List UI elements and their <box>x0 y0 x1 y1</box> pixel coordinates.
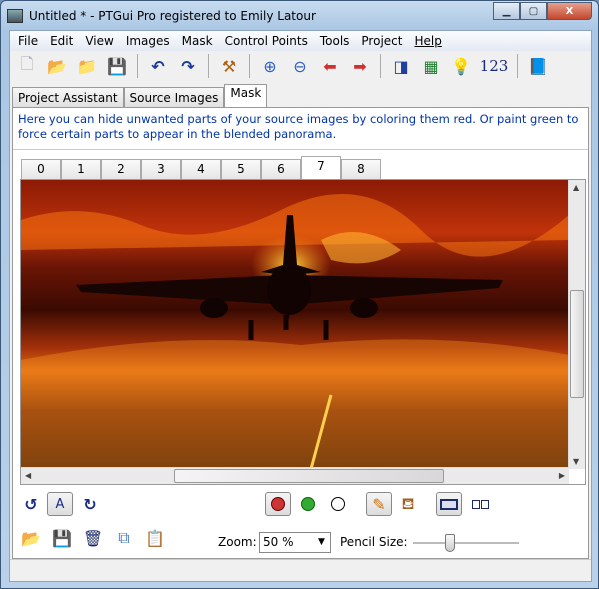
image-tab-0[interactable]: 0 <box>21 159 61 179</box>
image-tab-1[interactable]: 1 <box>61 159 101 179</box>
paste-mask-icon[interactable]: 📋 <box>142 526 168 550</box>
help-book-icon[interactable]: 📘 <box>525 54 551 78</box>
image-tab-4[interactable]: 4 <box>181 159 221 179</box>
erase-mask-button[interactable] <box>325 492 351 516</box>
single-view-button[interactable] <box>436 492 462 516</box>
pencil-size-slider[interactable] <box>413 534 519 552</box>
red-mask-button[interactable] <box>265 492 291 516</box>
zoom-in-icon[interactable]: ⊕ <box>257 54 283 78</box>
panorama-editor-icon[interactable]: ◨ <box>388 54 414 78</box>
vertical-scrollbar[interactable]: ▲ ▼ <box>568 180 585 469</box>
app-icon <box>7 9 23 23</box>
white-circle-icon <box>331 497 345 511</box>
zoom-out-icon[interactable]: ⊖ <box>287 54 313 78</box>
maximize-button[interactable]: ▢ <box>520 2 547 20</box>
vertical-scroll-thumb[interactable] <box>570 290 584 398</box>
image-tab-3[interactable]: 3 <box>141 159 181 179</box>
menu-project[interactable]: Project <box>355 34 408 48</box>
save-mask-icon[interactable]: 💾 <box>49 526 75 550</box>
main-tabs: Project Assistant Source Images Mask <box>12 84 268 107</box>
image-tab-7[interactable]: 7 <box>301 156 341 179</box>
close-button[interactable]: X <box>547 2 592 20</box>
zoom-value: 50 % <box>263 535 294 549</box>
image-tab-2[interactable]: 2 <box>101 159 141 179</box>
rotate-right-icon[interactable]: ↻ <box>77 492 103 516</box>
horizontal-scrollbar[interactable]: ◀ ▶ <box>21 467 569 484</box>
menu-file[interactable]: File <box>12 34 44 48</box>
red-circle-icon <box>271 497 285 511</box>
pencil-tool-button[interactable]: ✎ <box>366 492 392 516</box>
pencil-size-label: Pencil Size: <box>340 535 408 549</box>
tips-icon[interactable]: 💡 <box>448 54 474 78</box>
redo-icon[interactable]: ↷ <box>175 54 201 78</box>
table-icon[interactable]: ▦ <box>418 54 444 78</box>
app-window: Untitled * - PTGui Pro registered to Emi… <box>0 0 599 589</box>
menu-edit[interactable]: Edit <box>44 34 79 48</box>
dual-pane-icon <box>471 499 480 509</box>
single-pane-icon <box>440 498 458 510</box>
pencil-size-slider-thumb[interactable] <box>445 534 456 552</box>
green-circle-icon <box>301 497 315 511</box>
previous-icon[interactable]: ⬅ <box>317 54 343 78</box>
rotate-left-icon[interactable]: ↺ <box>18 492 44 516</box>
auto-button[interactable]: A <box>47 492 73 516</box>
menu-view[interactable]: View <box>79 34 119 48</box>
zoom-label: Zoom: <box>218 535 257 549</box>
menu-control-points[interactable]: Control Points <box>219 34 314 48</box>
menu-bar: File Edit View Images Mask Control Point… <box>10 31 591 51</box>
image-tab-8[interactable]: 8 <box>341 159 381 179</box>
menu-tools[interactable]: Tools <box>314 34 356 48</box>
load-mask-icon[interactable]: 📂 <box>18 526 44 550</box>
image-tab-6[interactable]: 6 <box>261 159 301 179</box>
minimize-button[interactable]: ▁ <box>493 2 520 20</box>
image-viewer: ▲ ▼ ◀ ▶ <box>20 179 586 485</box>
horizontal-scroll-thumb[interactable] <box>174 469 444 483</box>
chevron-down-icon[interactable]: ▼ <box>313 533 330 552</box>
menu-mask[interactable]: Mask <box>176 34 219 48</box>
mask-description: Here you can hide unwanted parts of your… <box>13 108 588 150</box>
tools-icon[interactable]: ⚒ <box>216 54 242 78</box>
mask-panel: Here you can hide unwanted parts of your… <box>12 107 589 559</box>
window-title: Untitled * - PTGui Pro registered to Emi… <box>29 9 316 23</box>
tab-source-images[interactable]: Source Images <box>123 87 225 107</box>
toolbar: 🗋 📂 📁 💾 ↶ ↷ ⚒ ⊕ ⊖ ⬅ ➡ ◨ ▦ 💡 123 📘 <box>10 51 591 81</box>
delete-mask-icon[interactable]: 🗑 <box>80 526 106 550</box>
title-bar: Untitled * - PTGui Pro registered to Emi… <box>7 5 467 27</box>
image-tabs: 0 1 2 3 4 5 6 7 8 <box>21 156 381 179</box>
airplane-image <box>21 194 569 469</box>
green-mask-button[interactable] <box>295 492 321 516</box>
open-folder-icon[interactable]: 📂 <box>44 54 70 78</box>
dual-view-button[interactable] <box>467 492 493 516</box>
menu-images[interactable]: Images <box>120 34 176 48</box>
zoom-select[interactable]: 50 % ▼ <box>259 532 331 553</box>
image-tab-5[interactable]: 5 <box>221 159 261 179</box>
status-bar <box>10 559 591 581</box>
new-file-icon[interactable]: 🗋 <box>14 54 40 78</box>
fill-bucket-icon[interactable]: ⛾ <box>395 492 421 516</box>
tab-project-assistant[interactable]: Project Assistant <box>12 87 124 107</box>
source-image-canvas[interactable] <box>21 180 569 469</box>
mask-tools: ↺ A ↻ ✎ ⛾ 📂 💾 🗑 ⧉ 📋 Zoom: 50 % ▼ Pencil S… <box>13 488 588 558</box>
undo-icon[interactable]: ↶ <box>145 54 171 78</box>
menu-help[interactable]: Help <box>408 34 447 48</box>
client-area: File Edit View Images Mask Control Point… <box>9 30 592 582</box>
copy-mask-icon[interactable]: ⧉ <box>111 526 137 550</box>
numbers-icon[interactable]: 123 <box>478 54 510 78</box>
save-icon[interactable]: 💾 <box>104 54 130 78</box>
next-icon[interactable]: ➡ <box>347 54 373 78</box>
tab-mask[interactable]: Mask <box>224 84 268 107</box>
open-images-icon[interactable]: 📁 <box>74 54 100 78</box>
